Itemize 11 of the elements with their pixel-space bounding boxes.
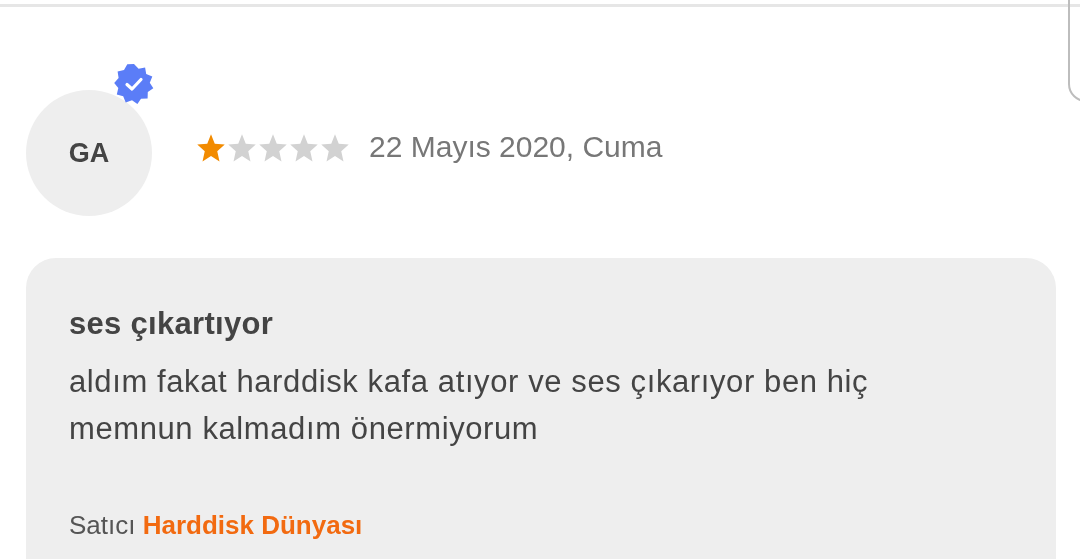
avatar-initials: GA <box>68 137 110 169</box>
empty-star-icon <box>227 133 257 163</box>
seller-link[interactable]: Harddisk Dünyası <box>142 510 363 540</box>
empty-star-icon <box>320 133 350 163</box>
review-date: 22 Mayıs 2020, Cuma <box>369 130 663 164</box>
filled-star-icon <box>196 133 226 163</box>
empty-star-icon <box>289 133 319 163</box>
review-text: aldım fakat harddisk kafa atıyor ve ses çıkarıyor ben hiç memnun kalmadım önermiyorum <box>69 363 870 448</box>
seller-label: Satıcı <box>69 510 136 540</box>
empty-star-icon <box>258 133 288 163</box>
review-title: ses çıkartıyor <box>69 306 275 342</box>
